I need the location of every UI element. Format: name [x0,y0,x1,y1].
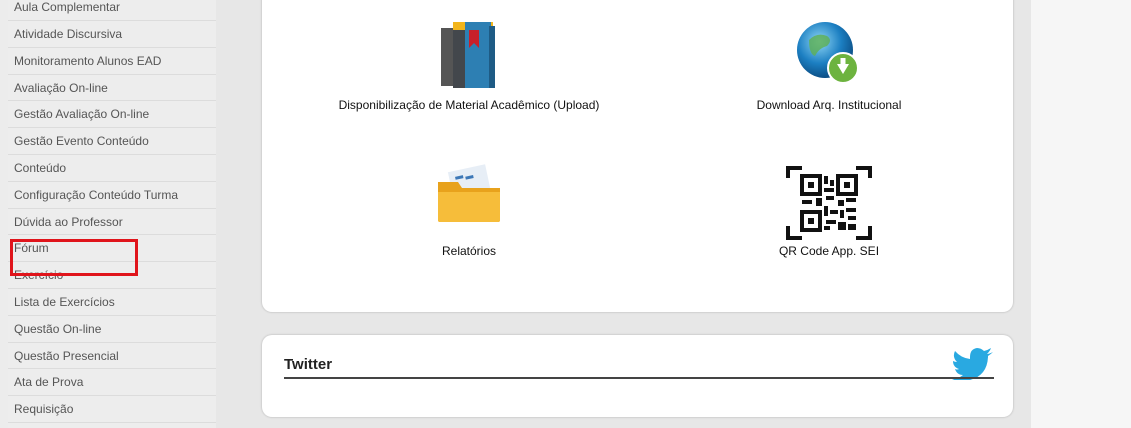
twitter-divider [284,377,994,379]
sidebar-item-ata-de-prova[interactable]: Ata de Prova [8,369,216,397]
folder-icon [284,164,654,244]
app-material-upload-label: Disponibilização de Material Acadêmico (… [338,98,600,112]
sidebar-item-conteudo[interactable]: Conteúdo [8,155,216,182]
sidebar-item-gestao-evento-conteudo[interactable]: Gestão Evento Conteúdo [8,128,216,155]
app-material-upload[interactable]: Disponibilização de Material Acadêmico (… [284,18,654,112]
left-gutter [0,0,8,428]
right-margin [1031,0,1131,428]
app-qrcode-label: QR Code App. SEI [778,244,880,258]
sidebar-item-forum[interactable]: Fórum [8,235,216,263]
sidebar-item-configuracao-conteudo-turma[interactable]: Configuração Conteúdo Turma [8,182,216,209]
sidebar-item-lista-de-exercicios[interactable]: Lista de Exercícios [8,289,216,316]
app-qrcode[interactable]: QR Code App. SEI [644,164,1014,258]
app-download-institucional-label: Download Arq. Institucional [756,98,902,112]
twitter-title: Twitter [284,356,333,373]
book-icon [284,18,654,98]
sidebar-item-requisicao[interactable]: Requisição [8,396,216,423]
apps-panel: Disponibilização de Material Acadêmico (… [262,0,1013,312]
qr-code-icon [644,164,1014,244]
sidebar-item-gestao-avaliacao-online[interactable]: Gestão Avaliação On-line [8,101,216,129]
sidebar-item-aula-complementar[interactable]: Aula Complementar [8,0,216,21]
sidebar-item-questao-presencial[interactable]: Questão Presencial [8,343,216,370]
app-download-institucional[interactable]: Download Arq. Institucional [644,18,1014,112]
sidebar-item-duvida-ao-professor[interactable]: Dúvida ao Professor [8,209,216,236]
sidebar-item-avaliacao-online[interactable]: Avaliação On-line [8,75,216,102]
app-relatorios-label: Relatórios [441,244,497,258]
app-relatorios[interactable]: Relatórios [284,164,654,258]
twitter-panel: Twitter [262,335,1013,417]
sidebar-menu: Aula Complementar Atividade Discursiva M… [8,0,216,428]
sidebar-item-questao-online[interactable]: Questão On-line [8,316,216,343]
sidebar-item-monitoramento-alunos-ead[interactable]: Monitoramento Alunos EAD [8,48,216,75]
sidebar-item-atividade-discursiva[interactable]: Atividade Discursiva [8,21,216,48]
sidebar-item-exercicio[interactable]: Exercício [8,262,216,289]
globe-download-icon [644,18,1014,98]
twitter-bird-icon[interactable] [952,348,994,385]
